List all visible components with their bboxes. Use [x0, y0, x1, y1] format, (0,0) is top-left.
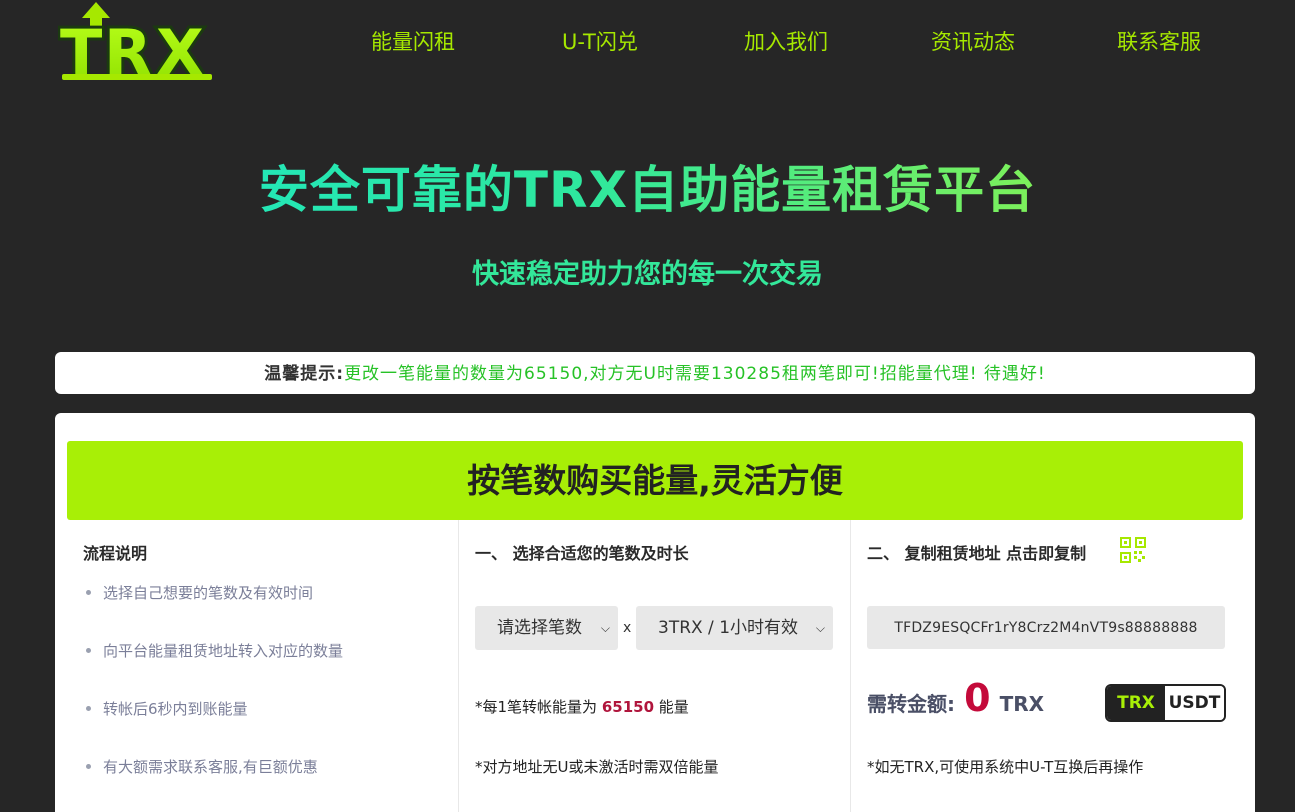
copy-column: 二、 复制租赁地址 点击即复制 TFDZ9ESQCFr1rY8Crz2M4nVT…	[851, 520, 1243, 812]
toggle-usdt[interactable]: USDT	[1165, 686, 1224, 720]
duration-select[interactable]: 3TRX / 1小时有效 ⌵	[636, 606, 833, 650]
currency-toggle: TRX USDT	[1105, 684, 1226, 722]
hero-subtitle: 快速稳定助力您的每一次交易	[472, 259, 823, 290]
note-suffix: 能量	[658, 698, 689, 716]
process-steps: 选择自己想要的笔数及有效时间 向平台能量租赁地址转入对应的数量 转帐后6秒内到账…	[83, 582, 443, 812]
process-step: 转帐后6秒内到账能量	[83, 698, 443, 756]
amount-unit: TRX	[999, 692, 1045, 716]
hero-title: 安全可靠的TRX自助能量租赁平台	[0, 150, 1295, 222]
process-step: 向平台能量租赁地址转入对应的数量	[83, 640, 443, 698]
select-column: 一、 选择合适您的笔数及时长 请选择笔数 ⌵ x 3TRX / 1小时有效 ⌵ …	[459, 520, 851, 812]
purchase-banner-title: 按笔数购买能量,灵活方便	[67, 441, 1243, 520]
chevron-down-icon: ⌵	[815, 621, 825, 635]
count-select-value: 请选择笔数	[497, 618, 582, 638]
nav-contact-support[interactable]: 联系客服	[1117, 26, 1201, 56]
notice-label: 温馨提示:	[264, 364, 345, 384]
energy-per-transfer-note: *每1笔转帐能量为 65150 能量	[475, 696, 689, 717]
nav-ut-exchange[interactable]: U-T闪兑	[562, 26, 638, 56]
note-prefix: *每1笔转帐能量为	[475, 698, 598, 716]
toggle-trx[interactable]: TRX	[1107, 686, 1165, 720]
count-select[interactable]: 请选择笔数 ⌵	[475, 606, 618, 650]
purchase-card: 按笔数购买能量,灵活方便 流程说明 选择自己想要的笔数及有效时间 向平台能量租赁…	[55, 413, 1255, 812]
times-sign: x	[623, 620, 632, 636]
amount-label: 需转金额:	[867, 692, 955, 716]
notice-message: 更改一笔能量的数量为65150,对方无U时需要130285租两笔即可!招能量代理…	[344, 364, 1046, 384]
qr-code-icon[interactable]	[1119, 536, 1147, 564]
process-heading: 流程说明	[83, 544, 148, 563]
process-column: 流程说明 选择自己想要的笔数及有效时间 向平台能量租赁地址转入对应的数量 转帐后…	[67, 520, 459, 812]
nav-energy-flash-rent[interactable]: 能量闪租	[371, 26, 455, 56]
top-nav: 能量闪租 U-T闪兑 加入我们 资讯动态 联系客服	[0, 26, 1295, 56]
process-step: 选择自己想要的笔数及有效时间	[83, 582, 443, 640]
transfer-amount: 需转金额: 0 TRX	[867, 676, 1044, 720]
amount-value: 0	[964, 676, 991, 720]
chevron-down-icon: ⌵	[600, 621, 610, 635]
process-step: 有大额需求联系客服,有巨额优惠	[83, 756, 443, 812]
nav-news[interactable]: 资讯动态	[931, 26, 1015, 56]
notice-bar: 温馨提示:更改一笔能量的数量为65150,对方无U时需要130285租两笔即可!…	[55, 352, 1255, 394]
duration-select-value: 3TRX / 1小时有效	[658, 618, 799, 638]
energy-amount: 65150	[601, 698, 655, 716]
double-energy-note: *对方地址无U或未激活时需双倍能量	[475, 758, 719, 776]
exchange-note: *如无TRX,可使用系统中U-T互换后再操作	[867, 758, 1144, 776]
copy-heading: 二、 复制租赁地址 点击即复制	[867, 544, 1087, 563]
rental-address[interactable]: TFDZ9ESQCFr1rY8Crz2M4nVT9s88888888	[867, 606, 1225, 649]
select-heading: 一、 选择合适您的笔数及时长	[475, 544, 689, 563]
nav-join-us[interactable]: 加入我们	[744, 26, 828, 56]
